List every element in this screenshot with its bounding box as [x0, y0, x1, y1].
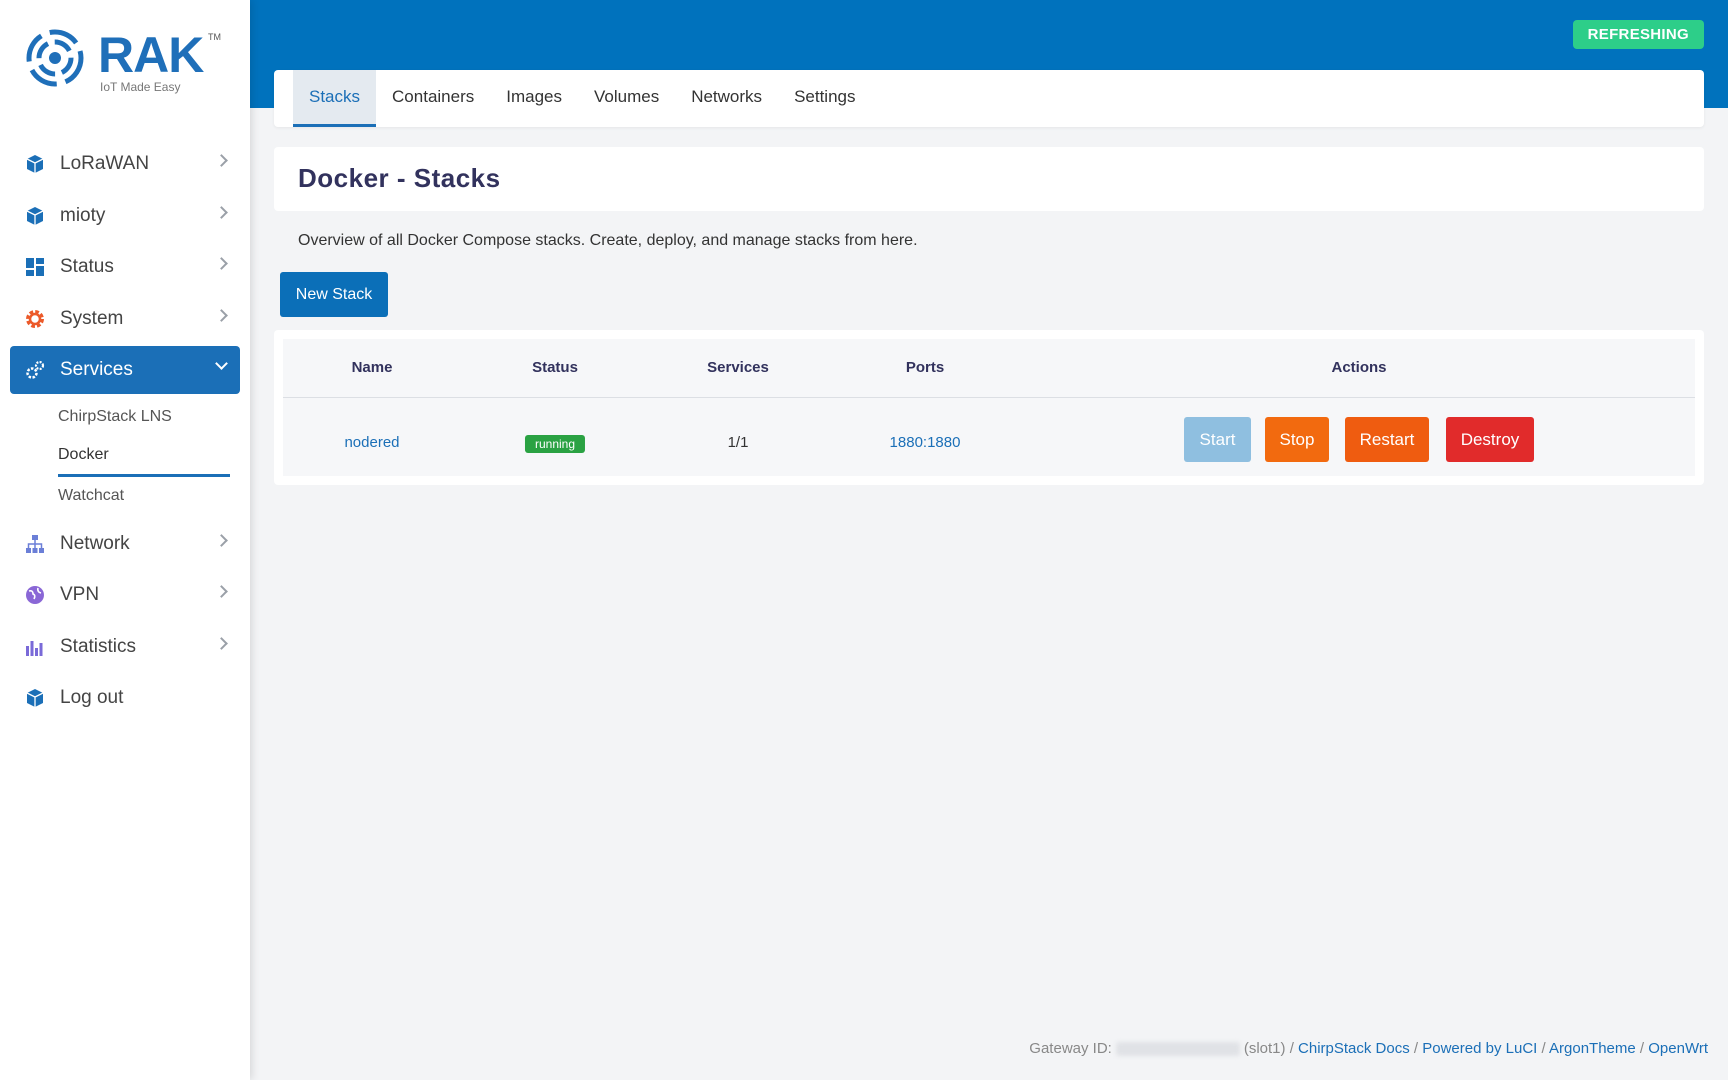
footer-separator: / — [1413, 1040, 1419, 1057]
tab-settings[interactable]: Settings — [778, 70, 871, 127]
tab-stacks[interactable]: Stacks — [293, 70, 377, 127]
chevron-right-icon — [215, 636, 228, 650]
tab-volumes[interactable]: Volumes — [578, 70, 675, 127]
cogs-icon — [24, 359, 46, 381]
sidebar-item-label: System — [60, 307, 124, 329]
sidebar-item-logout[interactable]: Log out — [10, 674, 240, 722]
refreshing-badge[interactable]: REFRESHING — [1572, 20, 1704, 49]
chirpstack-docs-link[interactable]: ChirpStack Docs — [1298, 1040, 1410, 1057]
chevron-right-icon — [215, 585, 228, 598]
footer-separator: / — [1289, 1040, 1294, 1057]
sidebar-item-statistics[interactable]: Statistics — [10, 623, 240, 671]
sidebar-item-lorawan[interactable]: LoRaWAN — [10, 140, 240, 188]
sidebar: RAK TM IoT Made Easy LoRaWAN mioty Statu… — [0, 0, 250, 1080]
gateway-id-label: Gateway ID: — [1029, 1040, 1112, 1057]
argontheme-link[interactable]: ArgonTheme — [1549, 1040, 1636, 1057]
title-card: Docker - Stacks — [274, 147, 1704, 211]
chevron-right-icon — [215, 205, 228, 219]
sidebar-item-label: LoRaWAN — [60, 153, 150, 174]
cube-icon — [24, 153, 46, 175]
sidebar-item-status[interactable]: Status — [10, 243, 240, 291]
sidebar-item-label: Statistics — [60, 635, 137, 657]
tab-images[interactable]: Images — [490, 70, 578, 127]
tab-containers[interactable]: Containers — [376, 70, 490, 127]
stacks-table-card: Name Status Services Ports Actions noder… — [274, 330, 1704, 485]
chevron-right-icon — [215, 533, 228, 547]
chevron-right-icon — [215, 308, 228, 322]
bar-chart-icon — [24, 636, 46, 658]
sidebar-subitem-chirpstack-lns[interactable]: ChirpStack LNS — [58, 398, 230, 437]
stacks-table: Name Status Services Ports Actions noder… — [283, 339, 1695, 476]
openwrt-link[interactable]: OpenWrt — [1648, 1040, 1708, 1057]
sidebar-item-label: Status — [60, 256, 114, 277]
brand-logo[interactable]: RAK TM IoT Made Easy — [26, 26, 226, 96]
status-badge: running — [524, 435, 586, 453]
cube-icon — [24, 205, 46, 227]
gateway-slot: (slot1) — [1243, 1040, 1286, 1057]
restart-button[interactable]: Restart — [1345, 417, 1429, 462]
chevron-down-icon — [215, 357, 228, 370]
column-header-status: Status — [532, 359, 578, 376]
tab-networks[interactable]: Networks — [675, 70, 778, 127]
sidebar-item-network[interactable]: Network — [10, 520, 240, 568]
column-header-services: Services — [707, 359, 769, 376]
brand-name: RAK — [98, 27, 204, 83]
new-stack-button[interactable]: New Stack — [280, 272, 388, 317]
globe-icon — [24, 584, 46, 606]
footer-separator: / — [1639, 1040, 1645, 1057]
sidebar-item-mioty[interactable]: mioty — [10, 192, 240, 240]
brand-tagline: IoT Made Easy — [100, 80, 181, 94]
chevron-right-icon — [215, 257, 228, 270]
sidebar-item-label: Network — [60, 532, 130, 554]
sidebar-item-label: Services — [60, 359, 133, 380]
page-footer: Gateway ID: (slot1) / ChirpStack Docs / P… — [1029, 1040, 1708, 1057]
dashboard-icon — [24, 256, 46, 278]
cube-icon — [24, 687, 46, 709]
rak-logo-icon — [26, 29, 84, 87]
services-count: 1/1 — [727, 434, 749, 451]
chevron-right-icon — [215, 154, 228, 167]
sidebar-item-label: Log out — [60, 687, 124, 708]
luci-link[interactable]: Powered by LuCI — [1422, 1040, 1537, 1057]
column-header-ports: Ports — [905, 359, 945, 376]
page-title: Docker - Stacks — [298, 163, 501, 193]
network-icon — [24, 533, 46, 555]
docker-tabs: Stacks Containers Images Volumes Network… — [274, 70, 1704, 127]
footer-separator: / — [1541, 1040, 1546, 1057]
start-button[interactable]: Start — [1184, 417, 1251, 462]
destroy-button[interactable]: Destroy — [1446, 417, 1534, 462]
sidebar-subitem-docker[interactable]: Docker — [58, 437, 230, 477]
brand-trademark: TM — [208, 32, 221, 42]
stop-button[interactable]: Stop — [1265, 417, 1329, 462]
table-header: Name Status Services Ports Actions — [283, 339, 1695, 398]
stack-name-link[interactable]: nodered — [344, 434, 399, 451]
gateway-id-redacted — [1115, 1042, 1240, 1057]
column-header-actions: Actions — [1331, 359, 1387, 376]
ports-link[interactable]: 1880:1880 — [890, 434, 961, 451]
sidebar-nav: LoRaWAN mioty Status System Services Chi… — [10, 140, 240, 726]
sidebar-item-vpn[interactable]: VPN — [10, 571, 240, 619]
sidebar-item-services[interactable]: Services — [10, 346, 240, 394]
page-description: Overview of all Docker Compose stacks. C… — [298, 232, 918, 249]
sidebar-item-label: mioty — [60, 204, 106, 226]
column-header-name: Name — [351, 359, 393, 376]
sidebar-subitem-watchcat[interactable]: Watchcat — [58, 477, 230, 516]
sidebar-item-system[interactable]: System — [10, 295, 240, 343]
gear-icon — [24, 308, 46, 330]
services-submenu: ChirpStack LNS Docker Watchcat — [10, 398, 240, 516]
sidebar-item-label: VPN — [60, 584, 100, 605]
